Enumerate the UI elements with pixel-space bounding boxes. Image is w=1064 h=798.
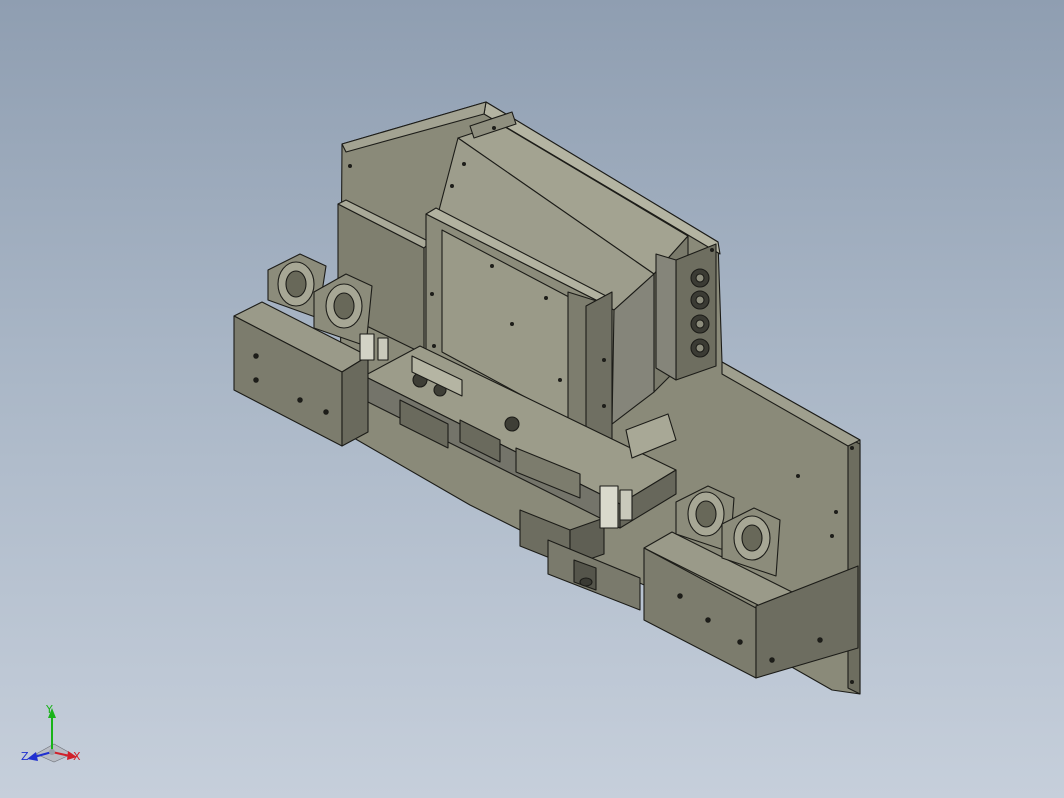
x-axis-label: X [73, 750, 81, 763]
axis-triad[interactable]: Y X Z [14, 700, 94, 776]
cad-3d-viewport[interactable]: Y X Z [0, 0, 1064, 798]
connector-block[interactable] [655, 243, 717, 381]
triad-origin-icon [49, 749, 55, 755]
z-axis-label: Z [21, 750, 29, 763]
y-axis-label: Y [46, 703, 53, 716]
triad-graphic [27, 708, 77, 763]
assembly-model[interactable] [0, 0, 1064, 798]
